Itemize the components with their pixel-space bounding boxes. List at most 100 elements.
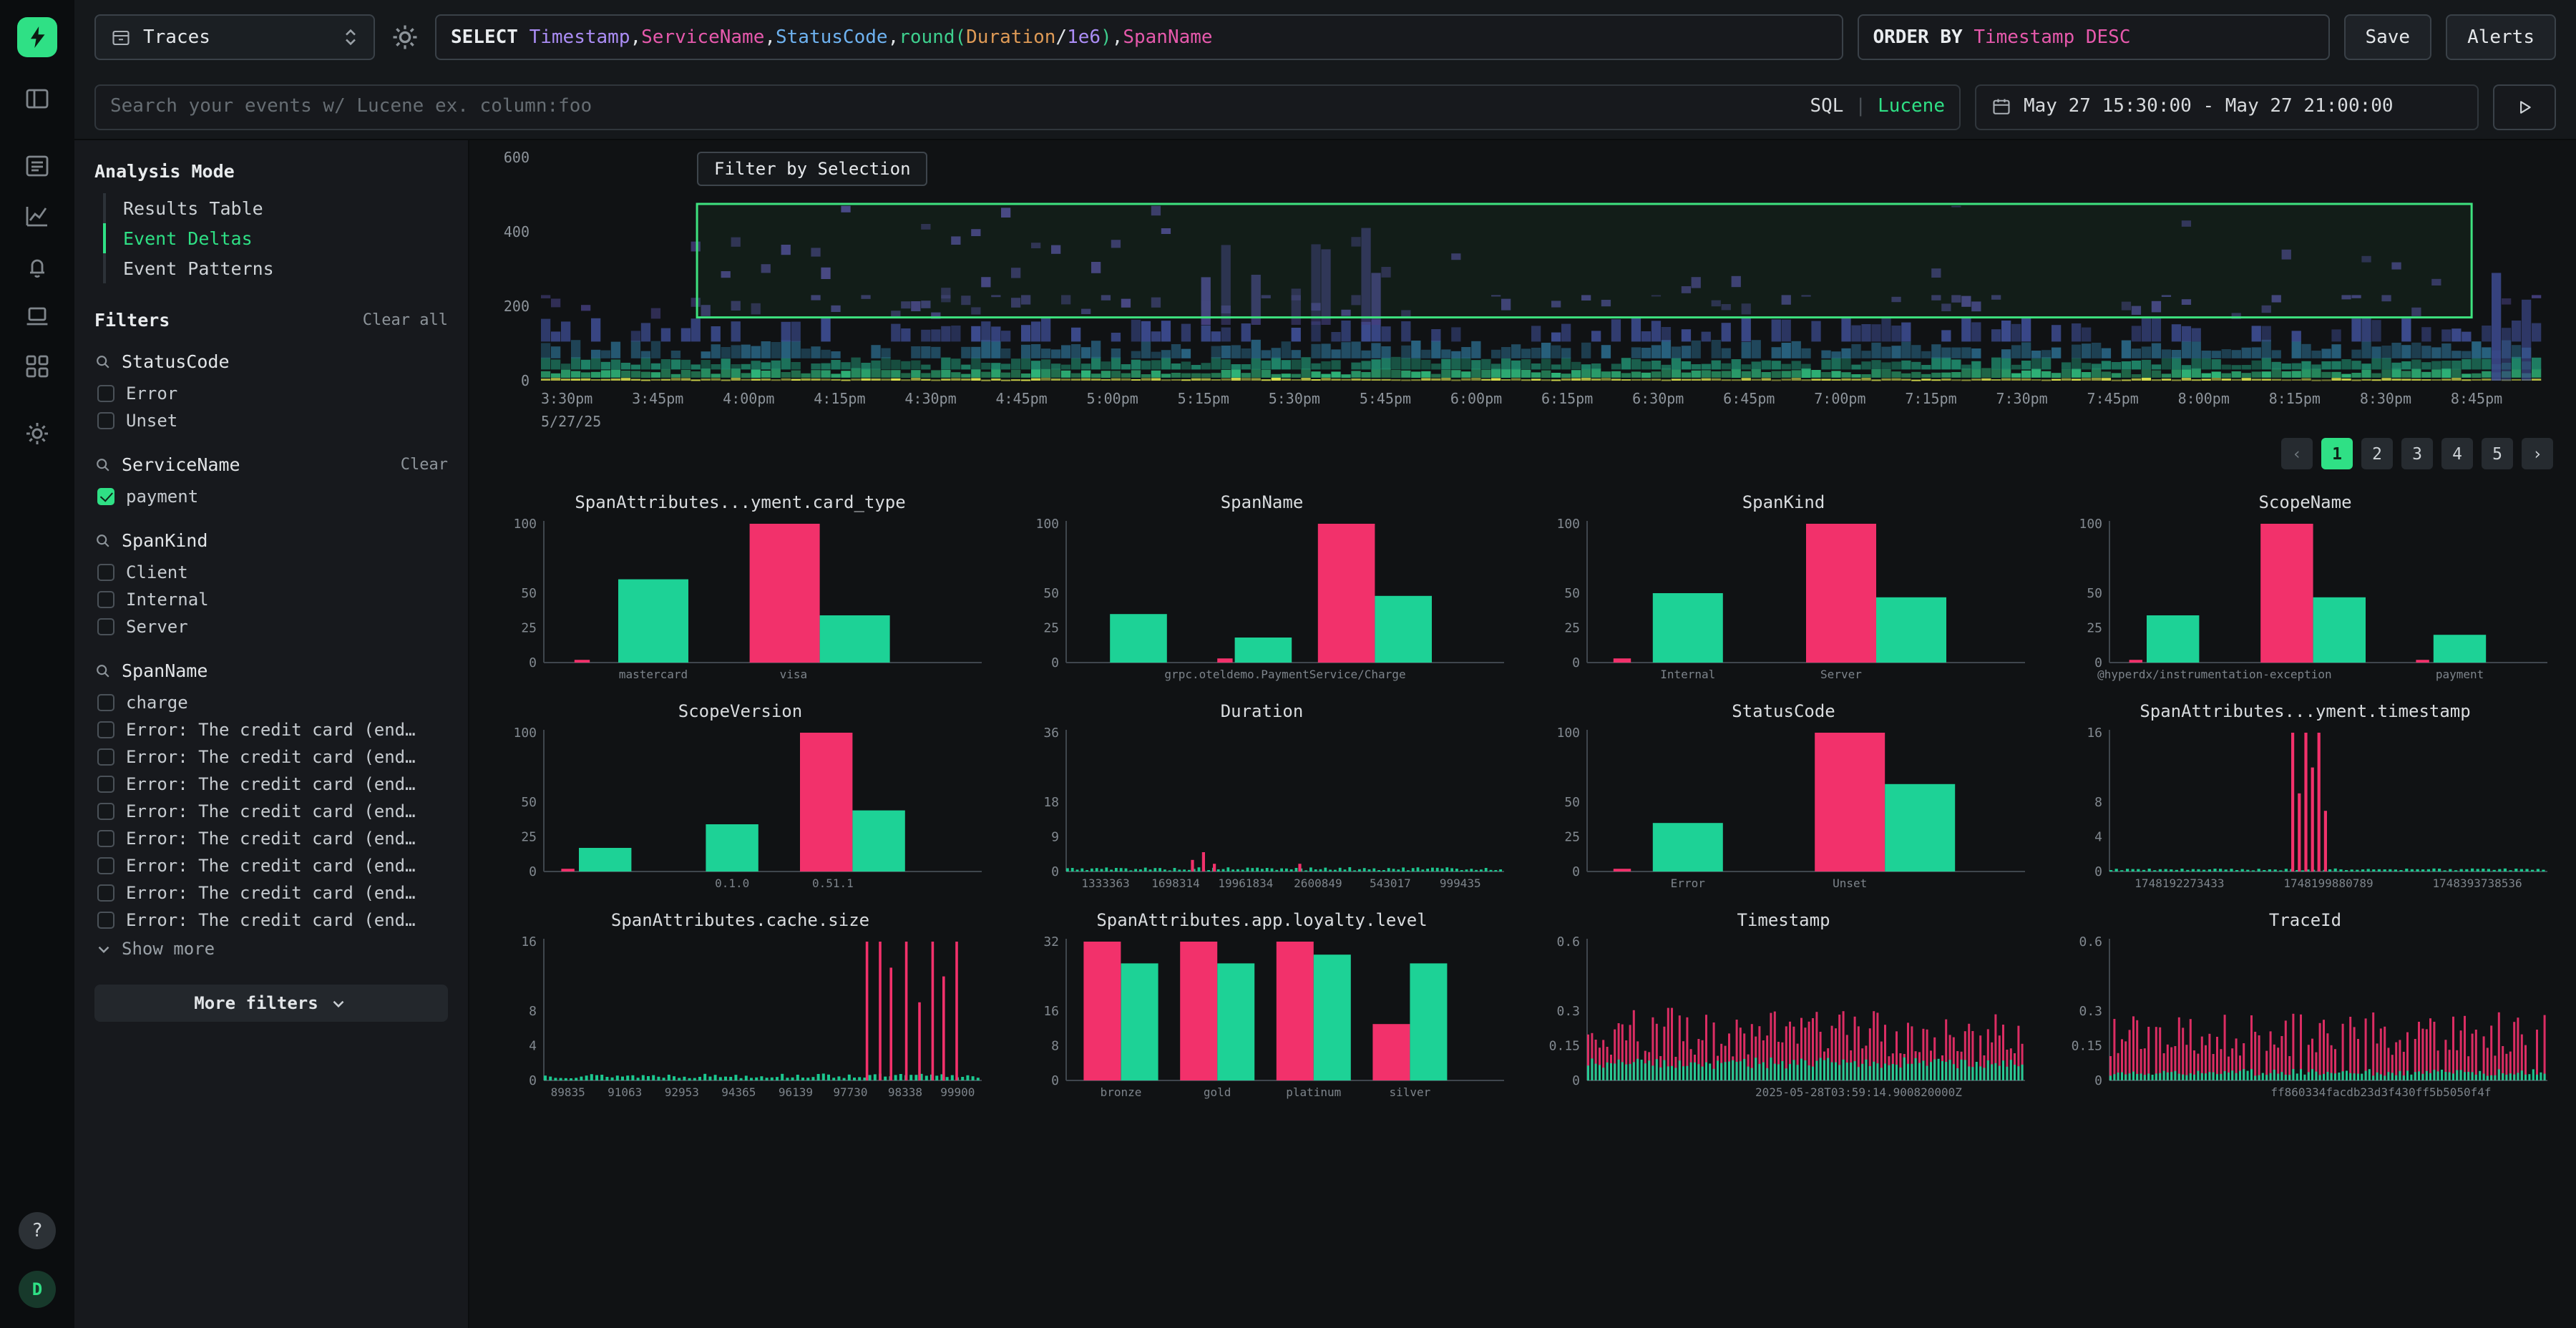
page-3[interactable]: 3 — [2401, 438, 2433, 469]
source-select[interactable]: Traces — [94, 14, 375, 60]
svg-text:5:45pm: 5:45pm — [1360, 390, 1411, 407]
alerts-button[interactable]: Alerts — [2446, 14, 2556, 60]
checkbox[interactable] — [97, 721, 114, 738]
mini-chart-spanname[interactable]: SpanName02550100grpc.oteldemo.PaymentSer… — [1014, 492, 1510, 684]
more-filters-button[interactable]: More filters — [94, 985, 448, 1022]
save-button[interactable]: Save — [2343, 14, 2431, 60]
mini-chart-scopeversion[interactable]: ScopeVersion025501000.1.00.51.1 — [492, 701, 988, 893]
top-bar: Traces SELECT Timestamp,ServiceName,Stat… — [74, 0, 2576, 74]
filter-option[interactable]: charge — [94, 688, 448, 716]
filter-option-label: charge — [126, 692, 188, 712]
filter-option[interactable]: Error: The credit card (end… — [94, 716, 448, 743]
filter-group-clear[interactable]: Clear — [401, 455, 448, 474]
mode-sql-toggle[interactable]: SQL — [1810, 96, 1843, 117]
filter-option[interactable]: Error: The credit card (end… — [94, 851, 448, 879]
mini-chart-spanattributes-yment-timestamp[interactable]: SpanAttributes...yment.timestamp04816174… — [2057, 701, 2553, 893]
page-4[interactable]: 4 — [2441, 438, 2473, 469]
mini-chart-spanattributes-yment-card-type[interactable]: SpanAttributes...yment.card_type02550100… — [492, 492, 988, 684]
svg-text:@hyperdx/instrumentation-excep: @hyperdx/instrumentation-exception — [2097, 668, 2331, 681]
page-2[interactable]: 2 — [2361, 438, 2393, 469]
mini-chart-traceid[interactable]: TraceId00.150.30.6ff860334facdb23d3f430f… — [2057, 910, 2553, 1102]
checkbox[interactable] — [97, 563, 114, 580]
filter-option[interactable]: Error: The credit card (end… — [94, 879, 448, 906]
checkbox[interactable] — [97, 617, 114, 635]
svg-text:4:45pm: 4:45pm — [995, 390, 1047, 407]
page-5[interactable]: 5 — [2482, 438, 2513, 469]
svg-text:0: 0 — [529, 655, 537, 670]
analysis-mode-event-deltas[interactable]: Event Deltas — [103, 223, 448, 253]
svg-text:4: 4 — [2094, 830, 2102, 845]
analysis-mode-results-table[interactable]: Results Table — [103, 193, 448, 223]
filter-option-label: Error: The credit card (end… — [126, 882, 416, 902]
checkbox[interactable] — [97, 411, 114, 429]
filter-option[interactable]: Error — [94, 379, 448, 406]
filter-option[interactable]: Client — [94, 558, 448, 585]
filter-option[interactable]: Server — [94, 612, 448, 640]
timeline-chart[interactable]: Filter by Selection 02004006003:30pm3:45… — [492, 152, 2553, 435]
mini-chart-spanattributes-app-loyalty-level[interactable]: SpanAttributes.app.loyalty.level081632br… — [1014, 910, 1510, 1102]
mini-chart-timestamp[interactable]: Timestamp00.150.30.62025-05-28T03:59:14.… — [1536, 910, 2031, 1102]
filter-option-label: Error: The credit card (end… — [126, 855, 416, 875]
checkbox[interactable] — [97, 856, 114, 874]
filter-option[interactable]: Error: The credit card (end… — [94, 824, 448, 851]
filter-option-label: payment — [126, 486, 198, 506]
filter-option-label: Error: The credit card (end… — [126, 773, 416, 794]
event-list-icon[interactable] — [23, 152, 52, 180]
show-more[interactable]: Show more — [94, 939, 448, 959]
checkbox[interactable] — [97, 590, 114, 607]
panel-left-icon[interactable] — [23, 84, 52, 113]
checkbox[interactable] — [97, 911, 114, 928]
checkbox[interactable] — [97, 802, 114, 819]
user-avatar[interactable]: D — [19, 1271, 56, 1308]
svg-text:8:45pm: 8:45pm — [2451, 390, 2502, 407]
filter-option[interactable]: Error: The credit card (end… — [94, 797, 448, 824]
filter-option[interactable]: Error: The credit card (end… — [94, 906, 448, 933]
filter-option-label: Unset — [126, 410, 177, 430]
mini-chart-spankind[interactable]: SpanKind02550100InternalServer — [1536, 492, 2031, 684]
svg-text:8: 8 — [529, 1004, 537, 1019]
svg-text:25: 25 — [521, 621, 537, 636]
bell-icon[interactable] — [23, 252, 52, 280]
timeline-heatmap[interactable]: 02004006003:30pm3:45pm4:00pm4:15pm4:30pm… — [492, 152, 2550, 435]
svg-text:16: 16 — [2086, 726, 2102, 741]
filter-option[interactable]: Unset — [94, 406, 448, 434]
checkbox[interactable] — [97, 884, 114, 901]
blocks-icon[interactable] — [23, 352, 52, 381]
laptop-icon[interactable] — [23, 302, 52, 331]
page-prev[interactable]: ‹ — [2281, 438, 2313, 469]
mini-chart-scopename[interactable]: ScopeName02550100@hyperdx/instrumentatio… — [2057, 492, 2553, 684]
gear-icon[interactable] — [23, 419, 52, 448]
page-1[interactable]: 1 — [2321, 438, 2353, 469]
filter-option[interactable]: Error: The credit card (end… — [94, 770, 448, 797]
mini-chart-statuscode[interactable]: StatusCode02550100ErrorUnset — [1536, 701, 2031, 893]
line-chart-icon[interactable] — [23, 202, 52, 230]
checkbox[interactable] — [97, 693, 114, 711]
clear-all-filters[interactable]: Clear all — [363, 311, 448, 329]
app-logo[interactable] — [17, 17, 57, 57]
filter-option[interactable]: payment — [94, 482, 448, 509]
run-query-button[interactable] — [2493, 84, 2556, 130]
checkbox[interactable] — [97, 775, 114, 792]
help-button[interactable]: ? — [19, 1212, 56, 1249]
checkbox-checked[interactable] — [97, 487, 114, 504]
checkbox[interactable] — [97, 829, 114, 846]
checkbox[interactable] — [97, 384, 114, 401]
sql-query-input[interactable]: SELECT Timestamp,ServiceName,StatusCode,… — [435, 14, 1843, 60]
source-settings-gear-icon[interactable] — [389, 21, 421, 53]
order-by-input[interactable]: ORDER BY Timestamp DESC — [1857, 14, 2329, 60]
mini-chart-spanattributes-cache-size[interactable]: SpanAttributes.cache.size048168983591063… — [492, 910, 988, 1102]
svg-text:0: 0 — [529, 1073, 537, 1088]
checkbox[interactable] — [97, 748, 114, 765]
mode-lucene-toggle[interactable]: Lucene — [1878, 96, 1945, 117]
date-range-picker[interactable]: May 27 15:30:00 - May 27 21:00:00 — [1975, 84, 2479, 130]
filter-by-selection-button[interactable]: Filter by Selection — [697, 152, 928, 186]
filter-group-SpanKind: SpanKindClientInternalServer — [94, 529, 448, 640]
search-bar[interactable]: SQL | Lucene — [94, 84, 1961, 130]
analysis-mode-event-patterns[interactable]: Event Patterns — [103, 253, 448, 283]
search-input[interactable] — [110, 96, 1798, 117]
mini-chart-duration[interactable]: Duration09183613333631698314199618342600… — [1014, 701, 1510, 893]
page-next[interactable]: › — [2522, 438, 2553, 469]
filter-option[interactable]: Internal — [94, 585, 448, 612]
filter-option[interactable]: Error: The credit card (end… — [94, 743, 448, 770]
svg-text:0: 0 — [1572, 1073, 1580, 1088]
